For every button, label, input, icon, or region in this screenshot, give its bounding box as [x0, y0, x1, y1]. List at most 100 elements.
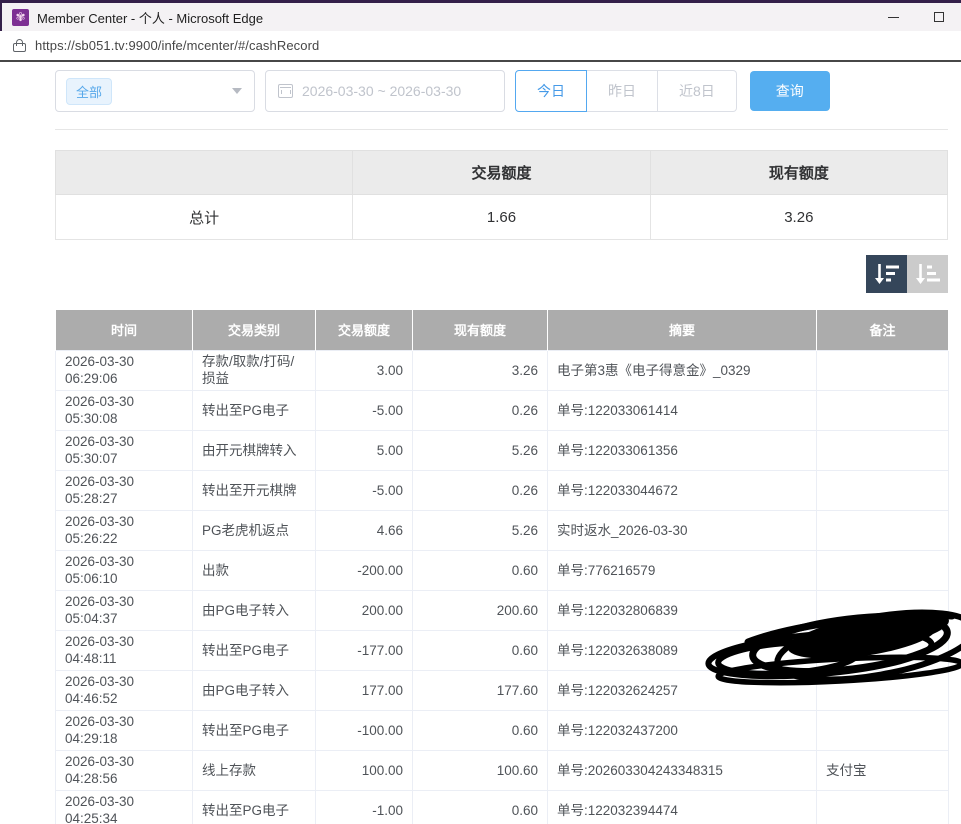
cell-time: 2026-03-30 05:30:08 [56, 390, 193, 430]
category-select[interactable]: 全部 [55, 70, 255, 112]
sort-descending-icon [874, 262, 900, 286]
cell-balance: 0.26 [413, 470, 548, 510]
sort-ascending-button[interactable] [907, 255, 948, 293]
sort-controls [55, 255, 948, 293]
cell-time: 2026-03-30 04:28:56 [56, 750, 193, 790]
cell-amount: 4.66 [316, 510, 413, 550]
col-header-amount: 交易额度 [316, 310, 413, 350]
cell-type: 转出至PG电子 [193, 390, 316, 430]
table-row: 2026-03-30 05:06:10出款-200.000.60单号:77621… [56, 550, 949, 590]
cell-balance: 0.60 [413, 790, 548, 824]
cell-amount: -200.00 [316, 550, 413, 590]
cell-time: 2026-03-30 05:26:22 [56, 510, 193, 550]
table-row: 2026-03-30 05:30:07由开元棋牌转入5.005.26单号:122… [56, 430, 949, 470]
cell-summary: 单号:122033061356 [548, 430, 817, 470]
cell-summary: 单号:122033061414 [548, 390, 817, 430]
cell-type: 存款/取款/打码/损益 [193, 350, 316, 390]
cell-note [817, 350, 949, 390]
cell-balance: 0.60 [413, 550, 548, 590]
cell-type: PG老虎机返点 [193, 510, 316, 550]
table-row: 2026-03-30 05:04:37由PG电子转入200.00200.60单号… [56, 590, 949, 630]
cell-note [817, 390, 949, 430]
table-row: 2026-03-30 05:28:27转出至开元棋牌-5.000.26单号:12… [56, 470, 949, 510]
cell-note [817, 630, 949, 670]
quick-range-group: 今日 昨日 近8日 [515, 70, 737, 112]
last-8-days-button[interactable]: 近8日 [658, 70, 737, 112]
cell-note [817, 430, 949, 470]
cell-balance: 100.60 [413, 750, 548, 790]
col-header-note: 备注 [817, 310, 949, 350]
section-divider [55, 129, 948, 130]
cell-type: 转出至PG电子 [193, 710, 316, 750]
search-button[interactable]: 查询 [750, 71, 830, 111]
today-button[interactable]: 今日 [515, 70, 587, 112]
table-row: 2026-03-30 04:28:56线上存款100.00100.60单号:20… [56, 750, 949, 790]
col-header-type: 交易类别 [193, 310, 316, 350]
cell-amount: -5.00 [316, 390, 413, 430]
cell-summary: 实时返水_2026-03-30 [548, 510, 817, 550]
cell-time: 2026-03-30 05:04:37 [56, 590, 193, 630]
cell-time: 2026-03-30 04:25:34 [56, 790, 193, 824]
summary-total-label: 总计 [56, 195, 353, 240]
cell-note: 支付宝 [817, 750, 949, 790]
cell-time: 2026-03-30 04:48:11 [56, 630, 193, 670]
lock-icon [13, 39, 26, 52]
cell-type: 由PG电子转入 [193, 590, 316, 630]
summary-header-empty [56, 151, 353, 195]
calendar-icon [278, 84, 293, 98]
sort-descending-button[interactable] [866, 255, 907, 293]
table-row: 2026-03-30 06:29:06存款/取款/打码/损益3.003.26电子… [56, 350, 949, 390]
cell-note [817, 550, 949, 590]
cell-summary: 单号:122032394474 [548, 790, 817, 824]
table-row: 2026-03-30 05:26:22PG老虎机返点4.665.26实时返水_2… [56, 510, 949, 550]
cell-summary: 单号:202603304243348315 [548, 750, 817, 790]
maximize-button[interactable] [916, 3, 961, 31]
summary-header-current: 现有额度 [650, 151, 947, 195]
date-range-value: 2026-03-30 ~ 2026-03-30 [302, 83, 461, 99]
sort-ascending-icon [915, 262, 941, 286]
table-row: 2026-03-30 04:48:11转出至PG电子-177.000.60单号:… [56, 630, 949, 670]
cell-note [817, 670, 949, 710]
chrome-divider [0, 60, 961, 62]
table-row: 2026-03-30 05:30:08转出至PG电子-5.000.26单号:12… [56, 390, 949, 430]
cell-type: 线上存款 [193, 750, 316, 790]
cell-note [817, 470, 949, 510]
cell-time: 2026-03-30 06:29:06 [56, 350, 193, 390]
table-row: 2026-03-30 04:46:52由PG电子转入177.00177.60单号… [56, 670, 949, 710]
cash-record-table: 时间 交易类别 交易额度 现有额度 摘要 备注 2026-03-30 06:29… [55, 310, 949, 824]
cell-type: 转出至开元棋牌 [193, 470, 316, 510]
cell-type: 由PG电子转入 [193, 670, 316, 710]
cell-summary: 单号:122033044672 [548, 470, 817, 510]
cell-summary: 电子第3惠《电子得意金》_0329 [548, 350, 817, 390]
cell-amount: -177.00 [316, 630, 413, 670]
cell-note [817, 790, 949, 824]
cell-amount: 200.00 [316, 590, 413, 630]
cell-type: 由开元棋牌转入 [193, 430, 316, 470]
url-text[interactable]: https://sb051.tv:9900/infe/mcenter/#/cas… [35, 38, 319, 53]
summary-header-transaction: 交易额度 [353, 151, 650, 195]
col-header-summary: 摘要 [548, 310, 817, 350]
cell-time: 2026-03-30 04:29:18 [56, 710, 193, 750]
cell-balance: 5.26 [413, 430, 548, 470]
table-row: 2026-03-30 04:29:18转出至PG电子-100.000.60单号:… [56, 710, 949, 750]
yesterday-button[interactable]: 昨日 [587, 70, 658, 112]
cell-amount: -5.00 [316, 470, 413, 510]
cell-balance: 0.60 [413, 630, 548, 670]
cell-type: 出款 [193, 550, 316, 590]
category-tag[interactable]: 全部 [66, 78, 112, 105]
cell-summary: 单号:122032638089 [548, 630, 817, 670]
cell-summary: 单号:122032624257 [548, 670, 817, 710]
cell-amount: 100.00 [316, 750, 413, 790]
cell-balance: 0.26 [413, 390, 548, 430]
cell-time: 2026-03-30 04:46:52 [56, 670, 193, 710]
cell-balance: 0.60 [413, 710, 548, 750]
date-range-picker[interactable]: 2026-03-30 ~ 2026-03-30 [265, 70, 505, 112]
cell-balance: 177.60 [413, 670, 548, 710]
table-header-row: 时间 交易类别 交易额度 现有额度 摘要 备注 [56, 310, 949, 350]
minimize-button[interactable] [871, 3, 916, 31]
summary-transaction-total: 1.66 [353, 195, 650, 240]
cell-balance: 3.26 [413, 350, 548, 390]
url-bar[interactable]: https://sb051.tv:9900/infe/mcenter/#/cas… [0, 31, 961, 60]
window-titlebar: ✾ Member Center - 个人 - Microsoft Edge [0, 3, 961, 31]
window-title: Member Center - 个人 - Microsoft Edge [37, 8, 263, 27]
